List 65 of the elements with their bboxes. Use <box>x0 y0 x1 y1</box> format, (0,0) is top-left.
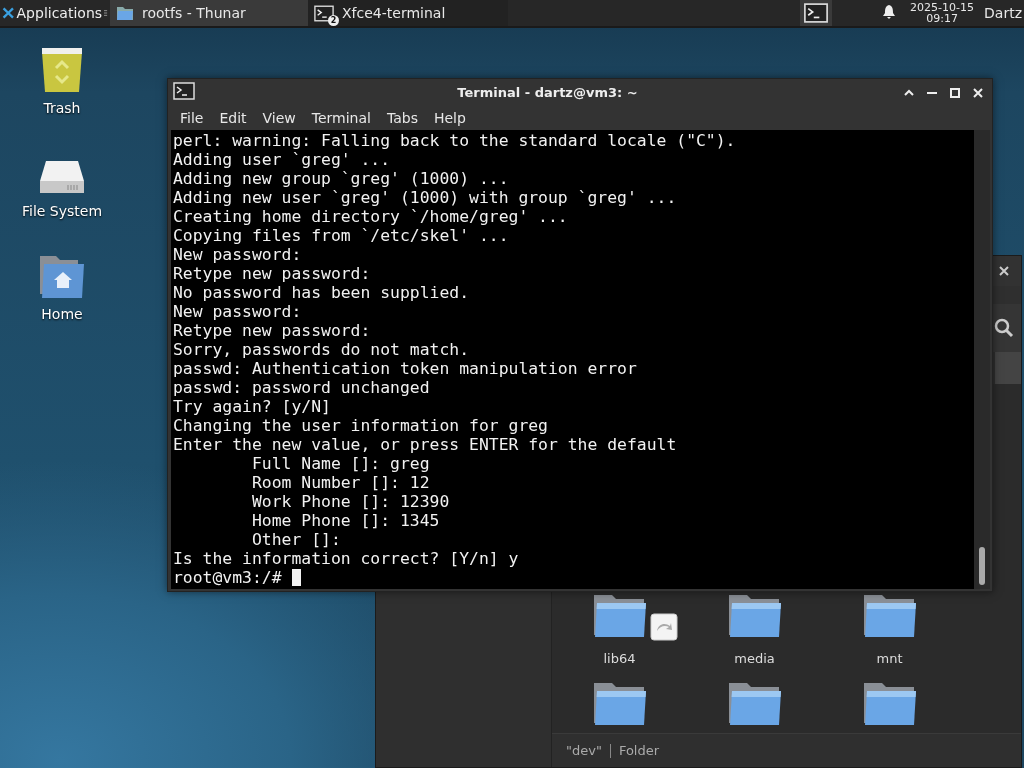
desktop-icon-label[interactable]: Trash <box>43 100 81 116</box>
terminal-line: Retype new password: <box>173 321 372 340</box>
terminal-line: New password: <box>173 302 303 321</box>
handle-icon <box>104 9 108 17</box>
terminal-line: No password has been supplied. <box>173 283 471 302</box>
menu-item[interactable]: Edit <box>211 110 255 126</box>
menu-item[interactable]: Terminal <box>303 110 379 126</box>
terminal-line: Work Phone []: 12390 <box>250 492 451 511</box>
folder-icon <box>116 5 134 21</box>
terminal-line: Room Number []: 12 <box>250 473 431 492</box>
chevron-icon <box>903 88 914 97</box>
taskbar-button[interactable]: rootfs - Thunar <box>110 0 308 26</box>
status-text: "dev" <box>566 743 602 758</box>
terminal-line: Is the information correct? [Y/n] y <box>173 549 520 568</box>
terminal-line: New password: <box>173 245 303 264</box>
terminal-line: Changing the user information for greg <box>173 416 549 435</box>
terminal-line: Creating home directory `/home/greg' ... <box>173 207 569 226</box>
desktop-icon-label[interactable]: Home <box>41 306 83 322</box>
shell-prompt: root@vm3:/# <box>173 568 282 587</box>
scrollbar[interactable] <box>974 130 990 589</box>
user-menu[interactable]: Dartz <box>984 5 1024 21</box>
terminal-line: Other []: <box>250 530 342 549</box>
terminal-line: Full Name []: greg <box>250 454 431 473</box>
maximize-icon <box>949 87 960 98</box>
menu-item[interactable]: Tabs <box>378 110 426 126</box>
terminal-line: Try again? [y/N] <box>173 397 332 416</box>
count-badge: 2 <box>328 14 339 26</box>
text-cursor <box>291 569 301 586</box>
menu-item[interactable]: Help <box>425 110 474 126</box>
status-text: Folder <box>618 743 660 758</box>
folder-label[interactable]: mnt <box>876 651 903 666</box>
home-folder-icon <box>38 254 86 300</box>
terminal-line: Adding new group `greg' (1000) ... <box>173 169 510 188</box>
terminal-icon <box>314 4 334 22</box>
terminal-line: perl: warning: Falling back to the standard locale ("C"). <box>173 131 737 150</box>
terminal-line: Retype new password: <box>173 264 372 283</box>
terminal-line: Copying files from `/etc/skel' ... <box>173 226 510 245</box>
terminal-line: Home Phone []: 1345 <box>250 511 441 530</box>
taskbar-button[interactable]: 2 Xfce4-terminal <box>308 0 508 26</box>
folder-label[interactable]: media <box>734 651 775 666</box>
menu-item[interactable]: File <box>172 110 212 126</box>
terminal-line: passwd: password unchanged <box>173 378 431 397</box>
terminal-line: Adding new user `greg' (1000) with group `greg' ... <box>173 188 678 207</box>
terminal-icon <box>803 3 830 23</box>
xfce-menu-icon <box>2 5 15 21</box>
applications-menu[interactable]: Applications <box>0 0 110 26</box>
folder-label[interactable]: lib64 <box>603 651 636 666</box>
minimize-icon <box>926 91 937 94</box>
terminal-line: passwd: Authentication token manipulation error <box>173 359 638 378</box>
terminal-icon <box>173 82 195 100</box>
workspace-switcher[interactable] <box>800 0 833 26</box>
link-badge-icon <box>649 613 678 641</box>
bell-icon[interactable] <box>882 4 897 19</box>
terminal-line: Enter the new value, or press ENTER for the default <box>173 435 678 454</box>
terminal-line: Sorry, passwords do not match. <box>173 340 471 359</box>
location-field[interactable] <box>995 352 1021 384</box>
close-icon <box>972 87 983 98</box>
clock[interactable]: 2025-10-15 09:17 <box>910 2 975 24</box>
menu-item[interactable]: View <box>254 110 304 126</box>
window-title: Terminal - dartz@vm3: ~ <box>456 85 639 100</box>
close-icon <box>998 265 1010 277</box>
desktop-icon-label[interactable]: File System <box>21 203 103 219</box>
terminal-line: Adding user `greg' ... <box>173 150 392 169</box>
scrollbar-thumb[interactable] <box>979 547 985 585</box>
search-icon[interactable] <box>994 318 1014 338</box>
